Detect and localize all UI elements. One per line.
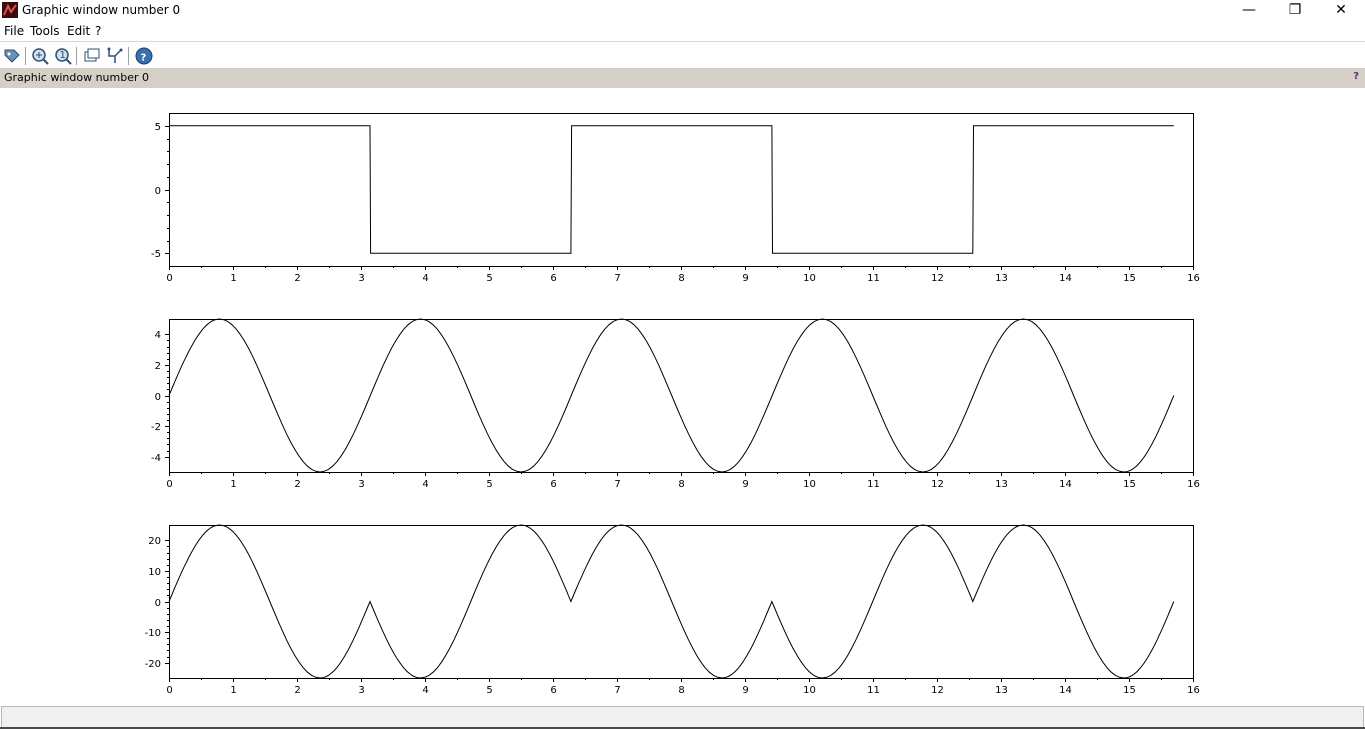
x-tick-label: 9: [742, 685, 748, 696]
menu-tools[interactable]: Tools: [30, 24, 60, 38]
info-bar: Graphic window number 0 ?: [0, 68, 1365, 88]
x-tick-label: 15: [1123, 479, 1136, 490]
x-tick-label: 14: [1059, 479, 1072, 490]
unzoom-icon[interactable]: 1: [53, 46, 73, 66]
zoom-icon[interactable]: [30, 46, 50, 66]
x-tick-label: 7: [614, 273, 620, 284]
x-tick-label: 15: [1123, 273, 1136, 284]
plot-2-series-line: [168, 318, 1175, 473]
x-tick-label: 0: [166, 273, 172, 284]
x-tick-label: 0: [166, 479, 172, 490]
close-button[interactable]: ✕: [1318, 0, 1364, 21]
x-tick-label: 10: [803, 479, 816, 490]
plot-3-frame: [169, 525, 1194, 679]
y-tick-label: -4: [151, 453, 161, 464]
x-tick-label: 13: [995, 273, 1008, 284]
x-tick-label: 16: [1187, 685, 1200, 696]
x-tick-label: 4: [422, 685, 428, 696]
title-bar: Graphic window number 0 — ❐ ✕: [0, 0, 1365, 21]
y-tick-label: 0: [155, 186, 161, 197]
y-tick-label: 2: [155, 361, 161, 372]
info-bar-text: Graphic window number 0: [4, 71, 149, 84]
editor-icon[interactable]: [105, 46, 125, 66]
y-tick-label: -10: [145, 628, 161, 639]
x-tick-label: 15: [1123, 685, 1136, 696]
minimize-button[interactable]: —: [1226, 0, 1272, 21]
x-tick-label: 5: [486, 685, 492, 696]
toolbar: 1 ?: [0, 41, 1365, 69]
menu-file[interactable]: File: [4, 24, 24, 38]
x-tick-label: 5: [486, 479, 492, 490]
x-tick-label: 12: [931, 479, 944, 490]
x-tick-label: 1: [230, 479, 236, 490]
x-tick-label: 16: [1187, 479, 1200, 490]
x-tick-label: 6: [550, 479, 556, 490]
y-tick-label: 4: [155, 330, 161, 341]
y-tick-label: 5: [155, 122, 161, 133]
toolbar-separator: [128, 47, 129, 65]
info-help-icon[interactable]: ?: [1353, 71, 1359, 82]
plots-svg: 0 1 2 3 4 5 6 7 8 9 10 11 12 13 14 15 16-5050 1 2 3 4 5 6 7 8 9 10…: [145, 113, 1200, 696]
help-icon[interactable]: ?: [134, 46, 154, 66]
plot-1-frame: [169, 113, 1194, 267]
x-tick-label: 0: [166, 685, 172, 696]
x-tick-label: 1: [230, 273, 236, 284]
x-tick-label: 1: [230, 685, 236, 696]
x-tick-label: 5: [486, 273, 492, 284]
x-tick-label: 8: [678, 479, 684, 490]
x-tick-label: 7: [614, 479, 620, 490]
x-tick-label: 2: [294, 479, 300, 490]
y-tick-label: -20: [145, 659, 161, 670]
menu-edit[interactable]: Edit: [67, 24, 90, 38]
x-tick-label: 9: [742, 479, 748, 490]
x-tick-label: 11: [867, 685, 880, 696]
y-tick-label: -5: [151, 249, 161, 260]
x-tick-label: 8: [678, 273, 684, 284]
y-tick-label: 20: [148, 536, 161, 547]
menu-help[interactable]: ?: [95, 24, 101, 38]
status-bar: [1, 706, 1364, 728]
scilab-app-icon: [2, 2, 18, 18]
x-tick-label: 9: [742, 273, 748, 284]
toolbar-separator: [25, 47, 26, 65]
x-tick-label: 3: [358, 273, 364, 284]
graphic-canvas[interactable]: 0 1 2 3 4 5 6 7 8 9 10 11 12 13 14 15 16 -5 0 5 0 1 2 3 4 5 6 7 8 9 10…: [0, 88, 1365, 706]
x-tick-label: 11: [867, 479, 880, 490]
x-tick-label: 4: [422, 273, 428, 284]
x-tick-label: 12: [931, 685, 944, 696]
x-tick-label: 11: [867, 273, 880, 284]
x-tick-label: 14: [1059, 685, 1072, 696]
x-tick-label: 16: [1187, 273, 1200, 284]
plot-1-series-line: [169, 125, 1174, 254]
rotate-icon[interactable]: [82, 46, 102, 66]
x-tick-label: 14: [1059, 273, 1072, 284]
x-tick-label: 8: [678, 685, 684, 696]
y-tick-label: 0: [155, 598, 161, 609]
x-tick-label: 13: [995, 685, 1008, 696]
toolbar-separator: [76, 47, 77, 65]
y-tick-label: 0: [155, 392, 161, 403]
x-tick-label: 3: [358, 685, 364, 696]
x-tick-label: 10: [803, 273, 816, 284]
x-tick-label: 2: [294, 685, 300, 696]
x-tick-label: 10: [803, 685, 816, 696]
plot-3-series-line: [168, 524, 1175, 679]
plot-2-frame: [169, 319, 1194, 473]
y-tick-label: 10: [148, 567, 161, 578]
window-title: Graphic window number 0: [22, 3, 181, 17]
x-tick-label: 7: [614, 685, 620, 696]
menu-bar: File Tools Edit ?: [0, 22, 1365, 41]
x-tick-label: 12: [931, 273, 944, 284]
svg-text:?: ?: [141, 53, 147, 64]
y-tick-label: -2: [151, 422, 161, 433]
svg-text:1: 1: [60, 50, 66, 61]
x-tick-label: 4: [422, 479, 428, 490]
x-tick-label: 13: [995, 479, 1008, 490]
x-tick-label: 6: [550, 685, 556, 696]
x-tick-label: 3: [358, 479, 364, 490]
datatip-icon[interactable]: [2, 46, 22, 66]
x-tick-label: 2: [294, 273, 300, 284]
x-tick-label: 6: [550, 273, 556, 284]
maximize-button[interactable]: ❐: [1272, 0, 1318, 21]
